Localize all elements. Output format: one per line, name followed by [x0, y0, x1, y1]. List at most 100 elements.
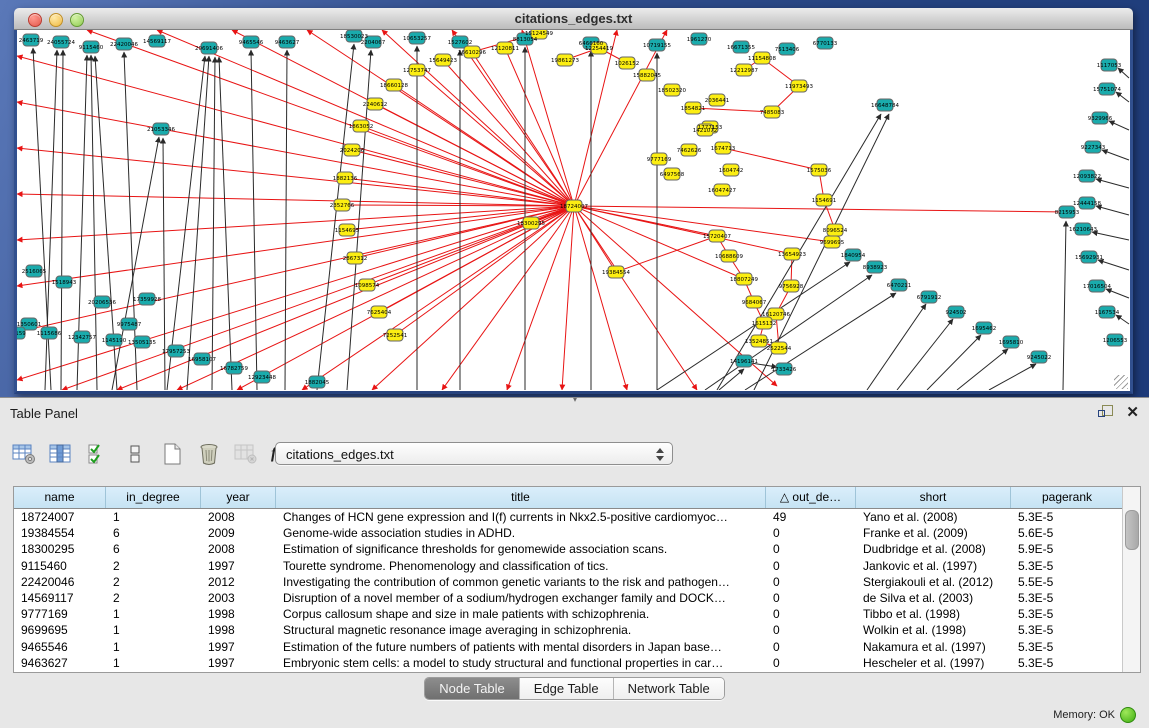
table-cell-out_degree[interactable]: 0 — [766, 574, 856, 590]
table-cell-in_degree[interactable]: 2 — [106, 558, 201, 574]
table-cell-out_degree[interactable]: 0 — [766, 639, 856, 655]
table-cell-pagerank[interactable]: 5.3E-5 — [1011, 639, 1123, 655]
table-row[interactable]: 946554611997Estimation of the future num… — [14, 639, 1140, 655]
table-cell-short[interactable]: Hescheler et al. (1997) — [856, 655, 1011, 671]
table-row[interactable]: 2242004622012Investigating the contribut… — [14, 574, 1140, 590]
table-row[interactable]: 911546021997Tourette syndrome. Phenomeno… — [14, 558, 1140, 574]
table-cell-in_degree[interactable]: 1 — [106, 606, 201, 622]
table-cell-title[interactable]: Tourette syndrome. Phenomenology and cla… — [276, 558, 766, 574]
table-cell-title[interactable]: Estimation of the future numbers of pati… — [276, 639, 766, 655]
table-cell-name[interactable]: 14569117 — [14, 590, 106, 606]
column-header[interactable]: title — [276, 487, 766, 508]
table-cell-short[interactable]: Stergiakouli et al. (2012) — [856, 574, 1011, 590]
table-cell-short[interactable]: Tibbo et al. (1998) — [856, 606, 1011, 622]
table-cell-in_degree[interactable]: 6 — [106, 541, 201, 557]
table-cell-name[interactable]: 9699695 — [14, 622, 106, 638]
network-window[interactable]: citations_edges.txt 18724007246371924055… — [14, 8, 1133, 394]
table-cell-name[interactable]: 9463627 — [14, 655, 106, 671]
table-cell-short[interactable]: Yano et al. (2008) — [856, 509, 1011, 525]
table-cell-out_degree[interactable]: 0 — [766, 558, 856, 574]
column-header[interactable]: △ out_de… — [766, 487, 856, 508]
table-cell-in_degree[interactable]: 6 — [106, 525, 201, 541]
table-cell-short[interactable]: Jankovic et al. (1997) — [856, 558, 1011, 574]
table-vertical-scrollbar[interactable] — [1122, 487, 1140, 672]
table-cell-title[interactable]: Estimation of significance thresholds fo… — [276, 541, 766, 557]
select-rows-icon[interactable] — [84, 440, 112, 468]
table-cell-short[interactable]: Wolkin et al. (1998) — [856, 622, 1011, 638]
memory-ok-indicator[interactable] — [1120, 707, 1136, 723]
table-cell-year[interactable]: 2009 — [201, 525, 276, 541]
scrollbar-thumb[interactable] — [1125, 510, 1139, 550]
new-column-icon[interactable] — [158, 440, 186, 468]
table-cell-title[interactable]: Changes of HCN gene expression and I(f) … — [276, 509, 766, 525]
table-cell-title[interactable]: Embryonic stem cells: a model to study s… — [276, 655, 766, 671]
table-cell-pagerank[interactable]: 5.6E-5 — [1011, 525, 1123, 541]
table-cell-in_degree[interactable]: 1 — [106, 509, 201, 525]
column-header[interactable]: short — [856, 487, 1011, 508]
table-cell-short[interactable]: de Silva et al. (2003) — [856, 590, 1011, 606]
table-cell-title[interactable]: Genome-wide association studies in ADHD. — [276, 525, 766, 541]
table-cell-pagerank[interactable]: 5.3E-5 — [1011, 558, 1123, 574]
table-cell-pagerank[interactable]: 5.3E-5 — [1011, 622, 1123, 638]
table-cell-name[interactable]: 18300295 — [14, 541, 106, 557]
table-cell-name[interactable]: 9115460 — [14, 558, 106, 574]
column-header[interactable]: in_degree — [106, 487, 201, 508]
table-cell-in_degree[interactable]: 1 — [106, 655, 201, 671]
table-cell-year[interactable]: 1998 — [201, 622, 276, 638]
table-cell-name[interactable]: 9465546 — [14, 639, 106, 655]
table-cell-out_degree[interactable]: 0 — [766, 622, 856, 638]
table-cell-name[interactable]: 9777169 — [14, 606, 106, 622]
table-cell-out_degree[interactable]: 0 — [766, 606, 856, 622]
table-cell-year[interactable]: 2003 — [201, 590, 276, 606]
table-cell-out_degree[interactable]: 0 — [766, 655, 856, 671]
table-cell-pagerank[interactable]: 5.3E-5 — [1011, 590, 1123, 606]
table-row[interactable]: 1830029562008Estimation of significance … — [14, 541, 1140, 557]
table-cell-year[interactable]: 1998 — [201, 606, 276, 622]
table-cell-out_degree[interactable]: 0 — [766, 590, 856, 606]
table-mode-icon[interactable] — [10, 440, 38, 468]
table-cell-year[interactable]: 1997 — [201, 655, 276, 671]
close-panel-icon[interactable]: ✕ — [1126, 403, 1139, 421]
tab-node-table[interactable]: Node Table — [425, 678, 520, 699]
column-header[interactable]: year — [201, 487, 276, 508]
table-cell-title[interactable]: Investigating the contribution of common… — [276, 574, 766, 590]
table-cell-in_degree[interactable]: 2 — [106, 574, 201, 590]
table-cell-out_degree[interactable]: 0 — [766, 525, 856, 541]
table-cell-in_degree[interactable]: 1 — [106, 639, 201, 655]
delete-column-icon[interactable] — [195, 440, 223, 468]
table-select-dropdown[interactable]: citations_edges.txt — [275, 442, 673, 465]
show-columns-icon[interactable] — [47, 440, 75, 468]
table-cell-year[interactable]: 1997 — [201, 558, 276, 574]
table-cell-short[interactable]: Franke et al. (2009) — [856, 525, 1011, 541]
table-cell-name[interactable]: 18724007 — [14, 509, 106, 525]
tab-network-table[interactable]: Network Table — [614, 678, 724, 699]
table-cell-year[interactable]: 1997 — [201, 639, 276, 655]
table-cell-in_degree[interactable]: 1 — [106, 622, 201, 638]
network-window-titlebar[interactable]: citations_edges.txt — [14, 8, 1133, 30]
table-cell-out_degree[interactable]: 49 — [766, 509, 856, 525]
table-cell-year[interactable]: 2008 — [201, 541, 276, 557]
float-panel-icon[interactable] — [1098, 405, 1113, 419]
column-header[interactable]: name — [14, 487, 106, 508]
table-cell-year[interactable]: 2012 — [201, 574, 276, 590]
table-cell-in_degree[interactable]: 2 — [106, 590, 201, 606]
table-cell-title[interactable]: Structural magnetic resonance image aver… — [276, 622, 766, 638]
table-row[interactable]: 1456911722003Disruption of a novel membe… — [14, 590, 1140, 606]
table-cell-title[interactable]: Corpus callosum shape and size in male p… — [276, 606, 766, 622]
column-header[interactable]: pagerank — [1011, 487, 1123, 508]
table-cell-pagerank[interactable]: 5.3E-5 — [1011, 509, 1123, 525]
table-row[interactable]: 977716911998Corpus callosum shape and si… — [14, 606, 1140, 622]
table-cell-pagerank[interactable]: 5.3E-5 — [1011, 606, 1123, 622]
table-row[interactable]: 1872400712008Changes of HCN gene express… — [14, 509, 1140, 525]
table-cell-pagerank[interactable]: 5.5E-5 — [1011, 574, 1123, 590]
network-canvas[interactable]: 1872400724637192405572491154602242004614… — [14, 30, 1133, 394]
table-cell-short[interactable]: Nakamura et al. (1997) — [856, 639, 1011, 655]
table-cell-pagerank[interactable]: 5.3E-5 — [1011, 655, 1123, 671]
table-row[interactable]: 946362711997Embryonic stem cells: a mode… — [14, 655, 1140, 671]
table-cell-out_degree[interactable]: 0 — [766, 541, 856, 557]
table-row[interactable]: 1938455462009Genome-wide association stu… — [14, 525, 1140, 541]
row-height-icon[interactable] — [121, 440, 149, 468]
table-cell-short[interactable]: Dudbridge et al. (2008) — [856, 541, 1011, 557]
table-cell-pagerank[interactable]: 5.9E-5 — [1011, 541, 1123, 557]
window-resize-grip[interactable] — [1114, 375, 1128, 389]
